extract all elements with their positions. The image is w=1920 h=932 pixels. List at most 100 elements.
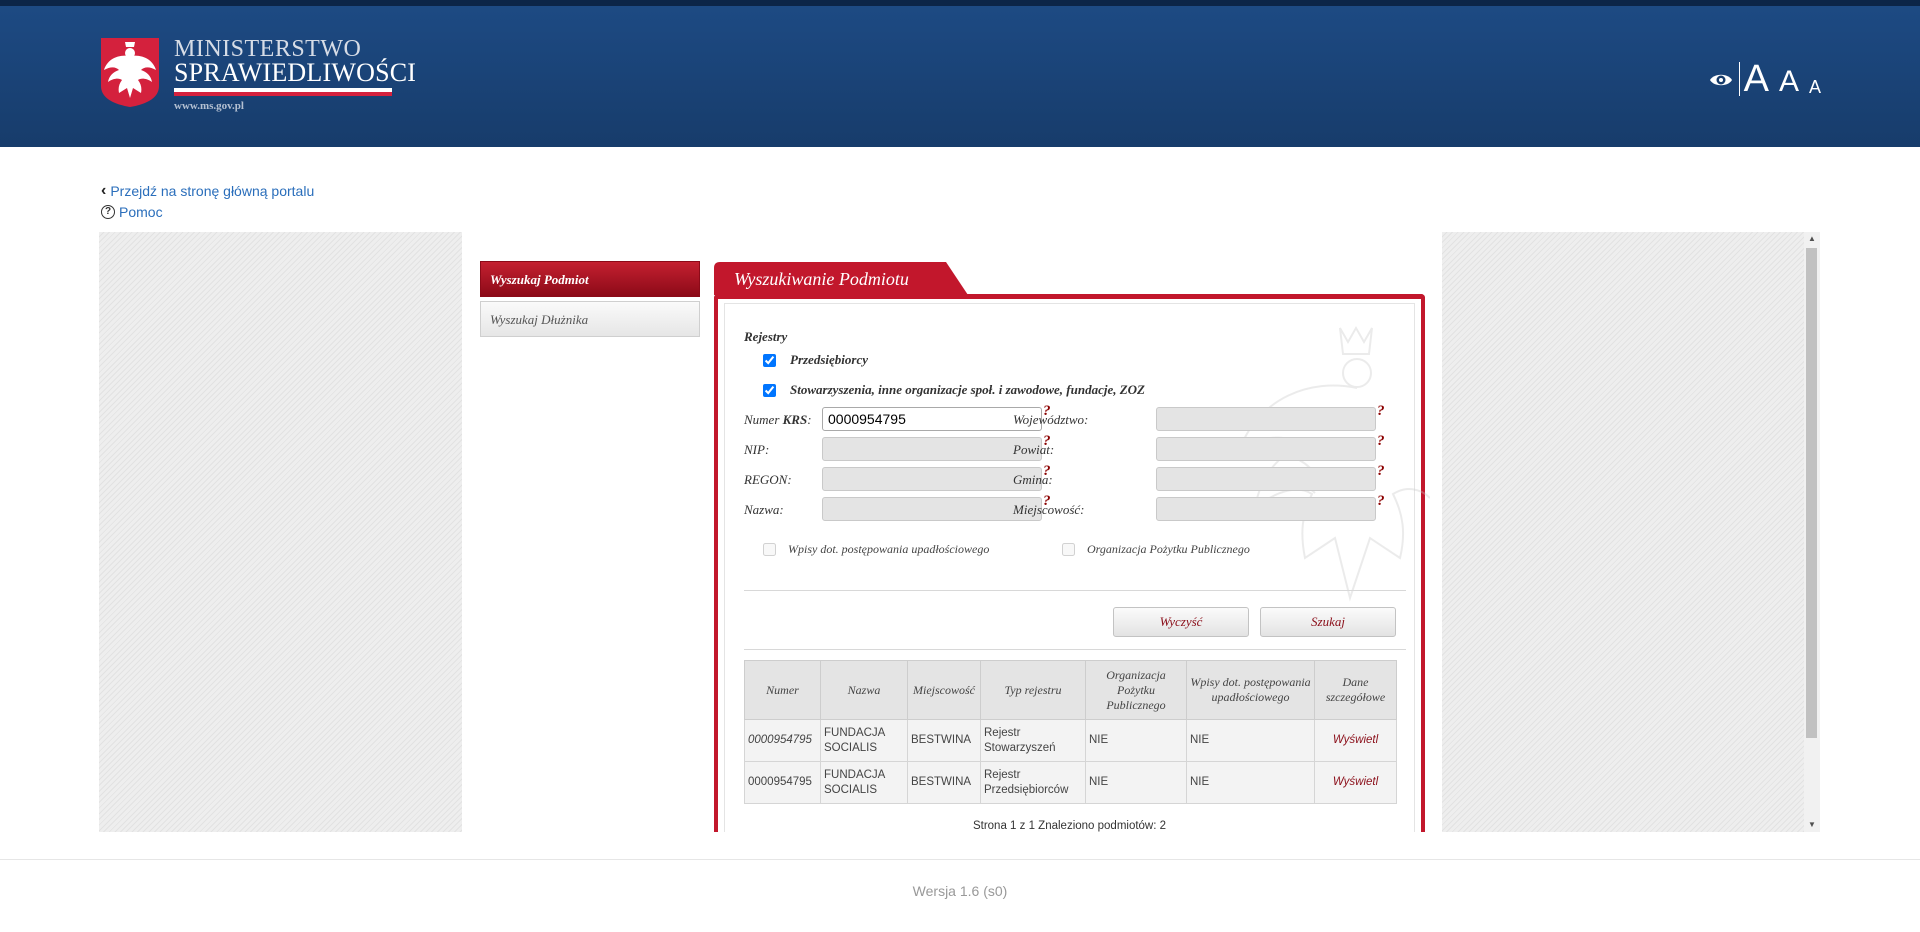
page-scrollbar[interactable]: ▲ ▼: [1804, 232, 1820, 832]
site-header: MINISTERSTWO SPRAWIEDLIWOŚCI www.ms.gov.…: [0, 0, 1920, 147]
side-navigation: Wyszukaj Podmiot Wyszukaj Dłużnika: [480, 261, 700, 337]
view-details-link[interactable]: Wyświetl: [1314, 719, 1397, 762]
font-size-small-button[interactable]: A: [1809, 76, 1821, 98]
registries-heading: Rejestry: [744, 329, 788, 344]
bankruptcy-checkbox[interactable]: [763, 543, 776, 556]
results-table: Numer Nazwa Miejscowość Typ rejestru Org…: [744, 660, 1397, 804]
cell-number: 0000954795: [744, 719, 821, 762]
nav-search-debtor[interactable]: Wyszukaj Dłużnika: [480, 301, 700, 337]
font-size-medium-button[interactable]: A: [1779, 66, 1799, 98]
cell-registry-type: Rejestr Stowarzyszeń: [980, 719, 1086, 762]
bankruptcy-filter[interactable]: Wpisy dot. postępowania upadłościowego: [763, 542, 989, 557]
krs-label-bold: KRS: [782, 412, 808, 427]
cell-number: 0000954795: [744, 761, 821, 804]
town-help-icon[interactable]: ?: [1377, 493, 1385, 510]
scroll-down-arrow-icon[interactable]: ▼: [1804, 818, 1820, 832]
col-name: Nazwa: [820, 660, 908, 720]
divider-bottom: [744, 649, 1406, 650]
town-input[interactable]: [1156, 497, 1376, 521]
commune-input[interactable]: [1156, 467, 1376, 491]
accessibility-divider: [1738, 62, 1740, 96]
clear-button[interactable]: Wyczyść: [1113, 607, 1249, 637]
opp-filter[interactable]: Organizacja Pożytku Publicznego: [1062, 542, 1250, 557]
right-hatched-background: [1442, 232, 1820, 832]
cell-bankruptcy: NIE: [1186, 761, 1315, 804]
search-panel: Rejestry Przedsiębiorcy Stowarzyszenia, …: [714, 294, 1430, 832]
voivodeship-input[interactable]: [1156, 407, 1376, 431]
county-help-icon[interactable]: ?: [1377, 433, 1385, 450]
voivodeship-help-icon[interactable]: ?: [1377, 403, 1385, 420]
county-label: Powiat:: [1013, 442, 1055, 457]
scroll-up-arrow-icon[interactable]: ▲: [1804, 232, 1820, 246]
eye-icon[interactable]: [1709, 68, 1733, 92]
town-label: Miejscowość:: [1013, 502, 1085, 517]
cell-town: BESTWINA: [907, 719, 981, 762]
bankruptcy-label: Wpisy dot. postępowania upadłościowego: [788, 542, 990, 556]
regon-label: REGON:: [744, 472, 792, 487]
regon-input[interactable]: [822, 467, 1042, 491]
krs-number-input[interactable]: [822, 407, 1042, 431]
home-portal-link[interactable]: ‹ Przejdź na stronę główną portalu: [101, 180, 314, 201]
col-bankruptcy: Wpisy dot. postępowania upadłościowego: [1186, 660, 1315, 720]
font-size-large-button[interactable]: A: [1744, 60, 1769, 98]
col-registry-type: Typ rejestru: [980, 660, 1086, 720]
nav-search-entity[interactable]: Wyszukaj Podmiot: [480, 261, 700, 297]
nip-label: NIP:: [744, 442, 770, 457]
logo-flag-stripe: [174, 88, 392, 96]
home-portal-link-label: Przejdź na stronę główną portalu: [110, 182, 315, 199]
cell-opp: NIE: [1085, 761, 1187, 804]
results-pager: Strona 1 z 1 Znaleziono podmiotów: 2: [972, 820, 1167, 832]
table-row: 0000954795 FUNDACJA SOCIALIS BESTWINA Re…: [744, 719, 1397, 762]
col-town: Miejscowość: [907, 660, 981, 720]
associations-checkbox[interactable]: [763, 383, 776, 397]
panel-title: Wyszukiwanie Podmiotu: [734, 269, 909, 289]
name-input[interactable]: [822, 497, 1042, 521]
view-details-link[interactable]: Wyświetl: [1314, 761, 1397, 804]
accessibility-controls: A A A: [1709, 60, 1821, 98]
entrepreneurs-label: Przedsiębiorcy: [790, 352, 868, 367]
entrepreneurs-checkbox[interactable]: [763, 353, 776, 367]
opp-checkbox[interactable]: [1062, 543, 1075, 556]
name-label: Nazwa:: [744, 502, 784, 517]
cell-name: FUNDACJA SOCIALIS: [820, 719, 908, 762]
left-hatched-background: [99, 232, 462, 832]
commune-help-icon[interactable]: ?: [1377, 463, 1385, 480]
ministry-logo[interactable]: MINISTERSTWO SPRAWIEDLIWOŚCI www.ms.gov.…: [99, 36, 416, 116]
help-link[interactable]: ? Pomoc: [101, 201, 314, 222]
opp-label: Organizacja Pożytku Publicznego: [1087, 542, 1250, 556]
logo-url: www.ms.gov.pl: [174, 100, 244, 112]
cell-opp: NIE: [1085, 719, 1187, 762]
table-row: 0000954795 FUNDACJA SOCIALIS BESTWINA Re…: [744, 761, 1397, 804]
nip-input[interactable]: [822, 437, 1042, 461]
registry-option-entrepreneurs[interactable]: Przedsiębiorcy: [763, 352, 868, 368]
krs-label-suffix: :: [807, 412, 812, 427]
col-opp: Organizacja Pożytku Publicznego: [1085, 660, 1187, 720]
cell-name: FUNDACJA SOCIALIS: [820, 761, 908, 804]
search-panel-body: Rejestry Przedsiębiorcy Stowarzyszenia, …: [724, 303, 1430, 832]
cell-registry-type: Rejestr Przedsiębiorców: [980, 761, 1086, 804]
county-input[interactable]: [1156, 437, 1376, 461]
registry-option-associations[interactable]: Stowarzyszenia, inne organizacje społ. i…: [763, 382, 1145, 398]
cell-bankruptcy: NIE: [1186, 719, 1315, 762]
logo-line-2: SPRAWIEDLIWOŚCI: [174, 58, 417, 87]
voivodeship-label: Województwo:: [1013, 412, 1089, 427]
help-circle-icon: ?: [101, 204, 115, 219]
search-button[interactable]: Szukaj: [1260, 607, 1396, 637]
krs-label-prefix: Numer: [744, 412, 783, 427]
scrollbar-thumb[interactable]: [1806, 248, 1817, 738]
col-number: Numer: [744, 660, 821, 720]
panel-title-tab: Wyszukiwanie Podmiotu: [714, 262, 968, 295]
cell-town: BESTWINA: [907, 761, 981, 804]
divider-top: [744, 590, 1406, 591]
chevron-left-icon: ‹: [101, 181, 107, 199]
polish-eagle-emblem: [101, 38, 159, 107]
results-header-row: Numer Nazwa Miejscowość Typ rejestru Org…: [744, 660, 1397, 720]
associations-label: Stowarzyszenia, inne organizacje społ. i…: [790, 382, 1145, 397]
krs-number-label: Numer KRS:: [744, 412, 812, 428]
help-link-label: Pomoc: [119, 203, 163, 220]
footer-divider: [0, 859, 1920, 860]
commune-label: Gmina:: [1013, 472, 1053, 487]
col-details: Dane szczegółowe: [1314, 660, 1397, 720]
top-links: ‹ Przejdź na stronę główną portalu ? Pom…: [101, 180, 314, 222]
version-footer: Wersja 1.6 (s0): [912, 883, 1008, 899]
